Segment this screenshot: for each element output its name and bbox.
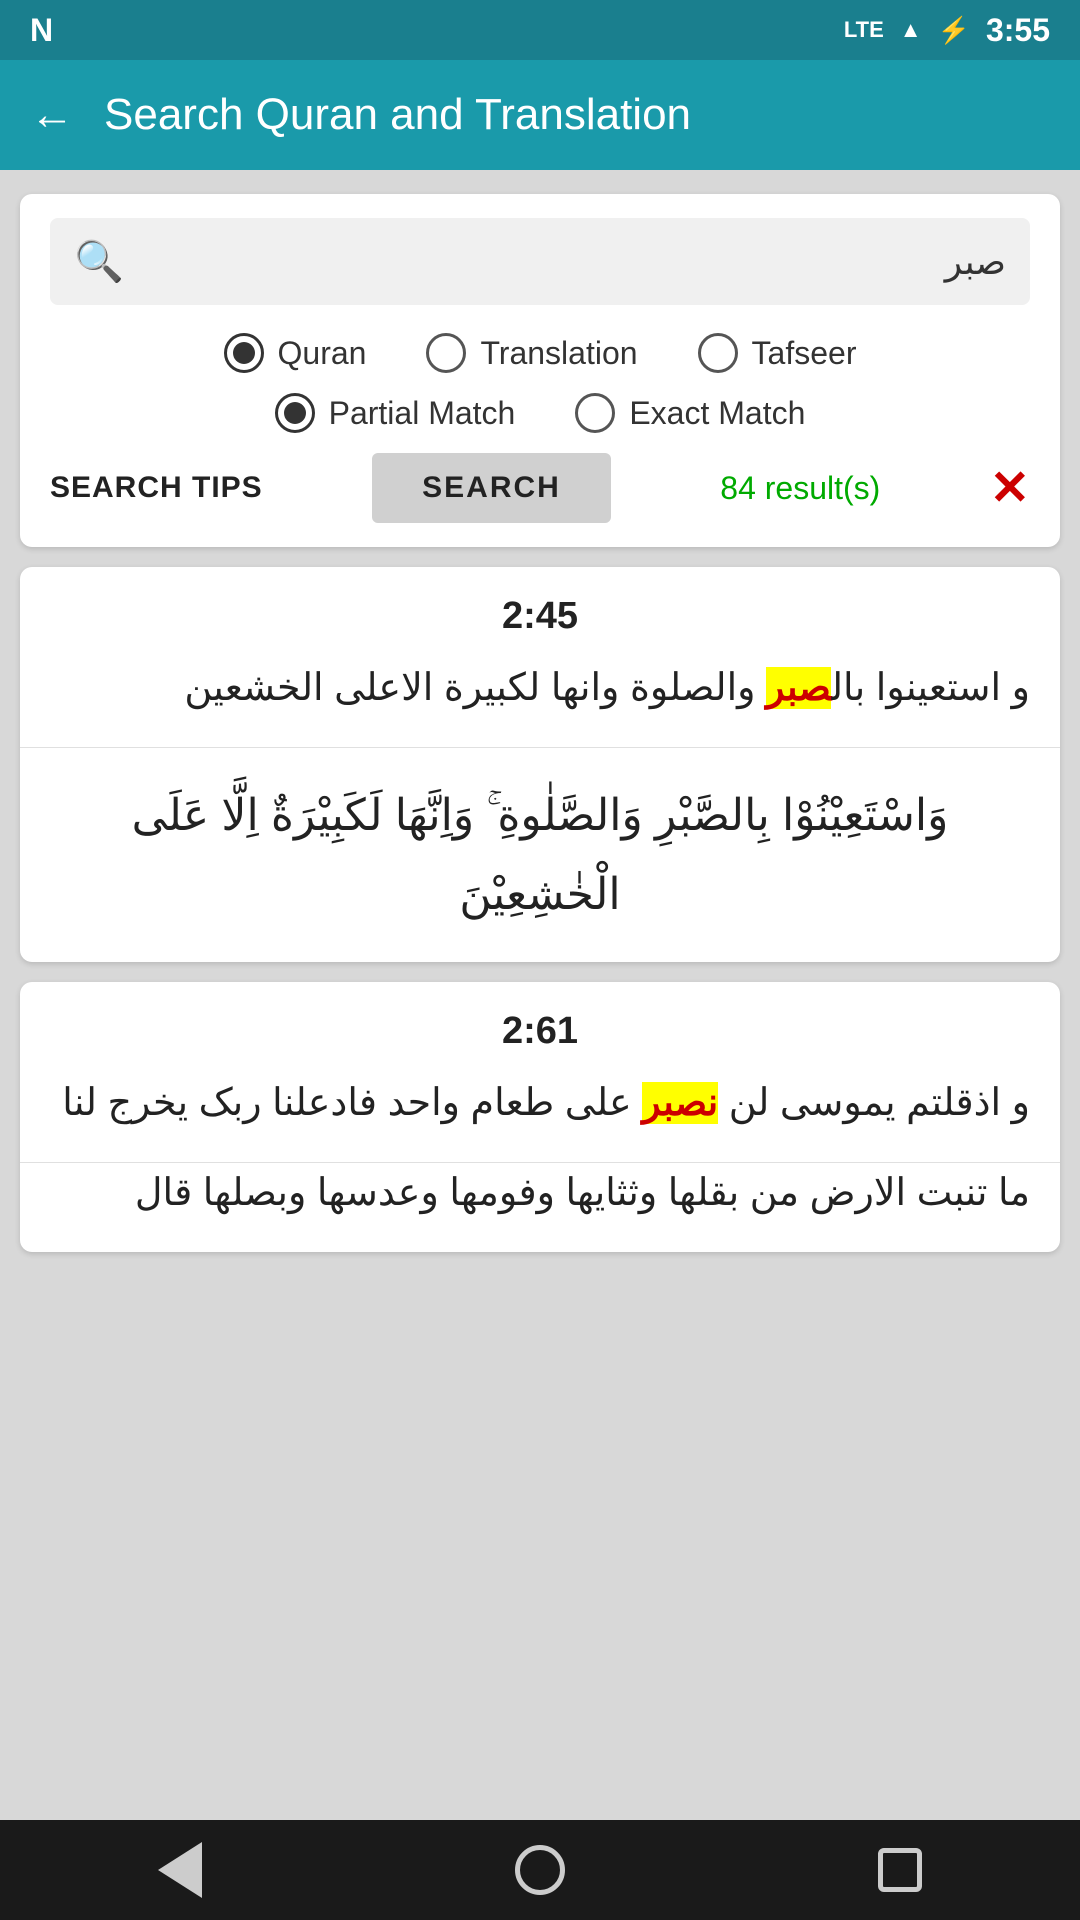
radio-translation-label: Translation xyxy=(480,335,637,372)
search-tips-button[interactable]: SEARCH TIPS xyxy=(50,471,263,505)
verse-arabic-pre-2: و اذقلتم یموسی لن xyxy=(718,1082,1030,1124)
back-button[interactable]: ← xyxy=(30,90,74,140)
search-input-container[interactable]: 🔍 صبر xyxy=(50,218,1030,305)
time-display: 3:55 xyxy=(986,12,1050,49)
radio-tafseer-label: Tafseer xyxy=(752,335,857,372)
lte-icon: LTE xyxy=(844,17,884,43)
search-button[interactable]: SEARCH xyxy=(372,453,611,523)
main-content: 🔍 صبر Quran Translation Tafseer xyxy=(0,170,1080,1820)
radio-translation[interactable]: Translation xyxy=(426,333,637,373)
verse-arabic-simple-1: و استعینوا بالصبر والصلوة وانها لکبیرة ا… xyxy=(20,658,1060,748)
page-title: Search Quran and Translation xyxy=(104,90,691,140)
radio-quran-label: Quran xyxy=(278,335,367,372)
verse-arabic-simple-2: و اذقلتم یموسی لن نصبر علی طعام واحد فاد… xyxy=(20,1073,1060,1163)
verse-ref-2: 2:61 xyxy=(20,982,1060,1073)
verse-card-2: 2:61 و اذقلتم یموسی لن نصبر علی طعام واح… xyxy=(20,982,1060,1252)
radio-tafseer-circle[interactable] xyxy=(698,333,738,373)
nav-back-button[interactable] xyxy=(140,1830,220,1910)
search-icon[interactable]: 🔍 xyxy=(74,238,124,285)
verse-arabic-pre-1: و استعینوا بال xyxy=(831,667,1030,709)
radio-quran-circle[interactable] xyxy=(224,333,264,373)
status-bar-left: N xyxy=(30,12,53,49)
radio-exact[interactable]: Exact Match xyxy=(575,393,805,433)
verse-arabic-post-1: والصلوة وانها لکبیرة الاعلی الخشعین xyxy=(184,667,766,709)
nav-back-icon xyxy=(158,1842,202,1898)
verse-card-1: 2:45 و استعینوا بالصبر والصلوة وانها لکب… xyxy=(20,567,1060,962)
radio-translation-circle[interactable] xyxy=(426,333,466,373)
radio-exact-circle[interactable] xyxy=(575,393,615,433)
nav-recents-button[interactable] xyxy=(860,1830,940,1910)
verse-arabic-line2-2: ما تنبت الارض من بقلها وثثایها وفومها وع… xyxy=(20,1163,1060,1252)
verse-ref-1: 2:45 xyxy=(20,567,1060,658)
app-logo-icon: N xyxy=(30,12,53,49)
result-count: 84 result(s) xyxy=(720,470,880,507)
clear-button[interactable]: ✕ xyxy=(990,460,1030,516)
signal-icon: ▲ xyxy=(900,17,922,43)
status-bar: N LTE ▲ ⚡ 3:55 xyxy=(0,0,1080,60)
radio-partial-label: Partial Match xyxy=(329,395,516,432)
radio-partial-inner xyxy=(284,402,306,424)
radio-partial[interactable]: Partial Match xyxy=(275,393,516,433)
battery-icon: ⚡ xyxy=(938,15,970,46)
verse-arabic-highlight-2: نصبر xyxy=(642,1082,718,1124)
toolbar: ← Search Quran and Translation xyxy=(0,60,1080,170)
search-card: 🔍 صبر Quran Translation Tafseer xyxy=(20,194,1060,547)
search-input[interactable]: صبر xyxy=(945,241,1006,283)
verse-arabic-highlight-1: صبر xyxy=(766,667,831,709)
radio-quran-inner xyxy=(233,342,255,364)
nav-recents-icon xyxy=(878,1848,922,1892)
radio-quran[interactable]: Quran xyxy=(224,333,367,373)
search-type-radio-group: Quran Translation Tafseer xyxy=(50,333,1030,373)
status-bar-right: LTE ▲ ⚡ 3:55 xyxy=(844,12,1050,49)
action-row: SEARCH TIPS SEARCH 84 result(s) ✕ xyxy=(50,453,1030,523)
nav-home-button[interactable] xyxy=(500,1830,580,1910)
radio-partial-circle[interactable] xyxy=(275,393,315,433)
radio-exact-label: Exact Match xyxy=(629,395,805,432)
bottom-nav xyxy=(0,1820,1080,1920)
match-type-radio-group: Partial Match Exact Match xyxy=(50,393,1030,433)
radio-tafseer[interactable]: Tafseer xyxy=(698,333,857,373)
nav-home-icon xyxy=(515,1845,565,1895)
verse-arabic-post-2: علی طعام واحد فادعلنا ربک یخرج لنا xyxy=(62,1082,642,1124)
verse-arabic-calligraphy-1: وَاسْتَعِيْنُوْا بِالصَّبْرِ وَالصَّلٰوة… xyxy=(20,748,1060,962)
